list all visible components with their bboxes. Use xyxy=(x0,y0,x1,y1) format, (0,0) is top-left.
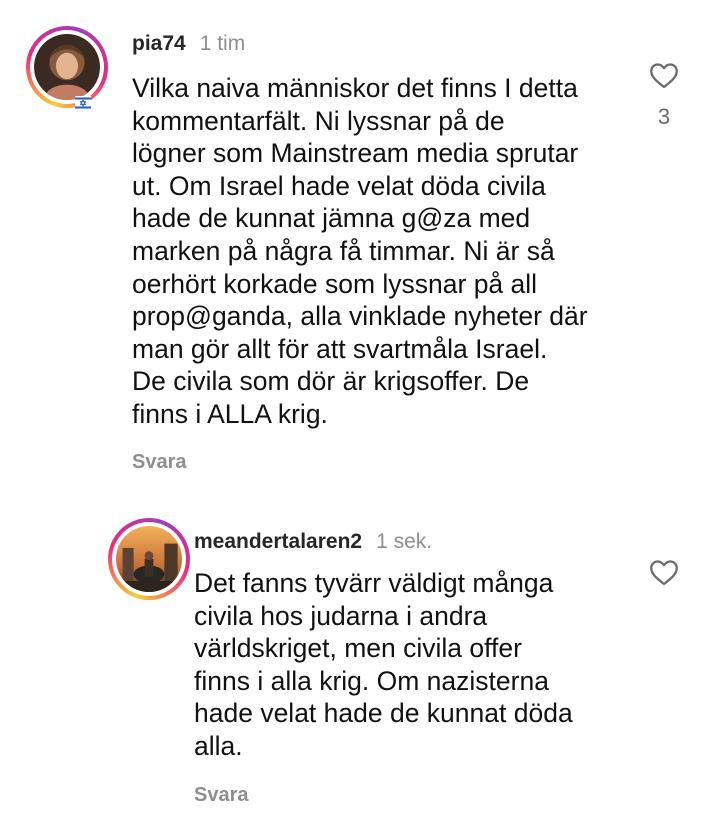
avatar[interactable] xyxy=(108,518,190,600)
heart-outline-icon[interactable] xyxy=(647,58,681,92)
username[interactable]: meandertalaren2 xyxy=(194,530,362,553)
comment-header: pia74 1 tim xyxy=(132,30,245,58)
timestamp: 1 tim xyxy=(199,32,246,55)
flag-icon xyxy=(75,96,91,110)
comment-text: Det fanns tyvärr väldigt många civila ho… xyxy=(194,568,573,761)
comment-header: meandertalaren2 1 sek. xyxy=(194,528,432,556)
avatar-photo xyxy=(34,34,100,100)
timestamp: 1 sek. xyxy=(376,530,433,553)
username[interactable]: pia74 xyxy=(132,32,186,55)
avatar[interactable] xyxy=(26,26,108,108)
reply-button[interactable]: Svara xyxy=(194,784,249,807)
heart-outline-icon[interactable] xyxy=(647,555,681,589)
comment-text: Vilka naiva människor det finns I detta … xyxy=(132,73,588,429)
reply-button[interactable]: Svara xyxy=(132,451,187,474)
avatar-photo xyxy=(116,526,182,592)
like-count: 3 xyxy=(657,104,671,129)
